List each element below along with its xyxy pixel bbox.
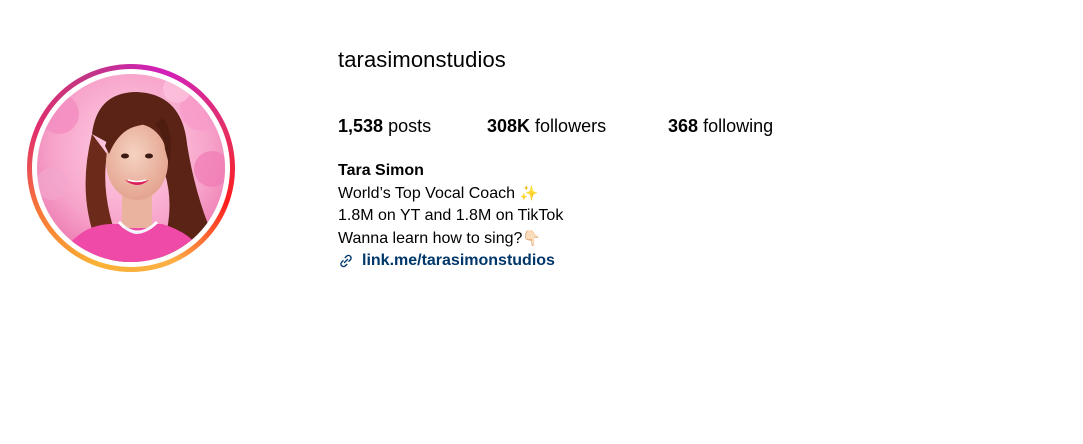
avatar-ring-gap [32,69,230,267]
bio-link[interactable]: link.me/tarasimonstudios [362,250,555,273]
bio-line-3-text: Wanna learn how to sing? [338,229,523,247]
following-stat[interactable]: 368 following [668,113,773,139]
bio-link-row[interactable]: link.me/tarasimonstudios [338,250,563,273]
following-label: following [703,116,774,136]
posts-stat[interactable]: 1,538 posts [338,113,487,139]
bio-line-1-text: World’s Top Vocal Coach [338,184,515,202]
bio-line-2: 1.8M on YT and 1.8M on TikTok [338,207,564,224]
sparkles-icon: ✨ [519,184,539,202]
profile-username: tarasimonstudios [338,47,506,72]
followers-stat[interactable]: 308K followers [487,113,668,139]
profile-full-name: Tara Simon [338,162,424,179]
bio-line-1: World’s Top Vocal Coach ✨ [338,183,563,206]
link-icon [340,255,352,268]
posts-label: posts [388,116,432,136]
bio-line-3: Wanna learn how to sing?👇🏻 [338,228,563,251]
followers-label: followers [535,116,607,136]
avatar[interactable] [37,74,225,262]
profile-bio: Tara Simon World’s Top Vocal Coach ✨ 1.8… [338,160,563,273]
profile-header: tarasimonstudios 1,538 posts 308K follow… [0,0,1083,444]
following-count: 368 [668,116,699,136]
profile-stats: 1,538 posts 308K followers 368 following [338,113,773,139]
story-ring[interactable] [27,64,235,272]
posts-count: 1,538 [338,116,384,136]
followers-count: 308K [487,116,531,136]
pointing-down-icon: 👇🏻 [522,229,542,247]
profile-photo [37,74,225,262]
